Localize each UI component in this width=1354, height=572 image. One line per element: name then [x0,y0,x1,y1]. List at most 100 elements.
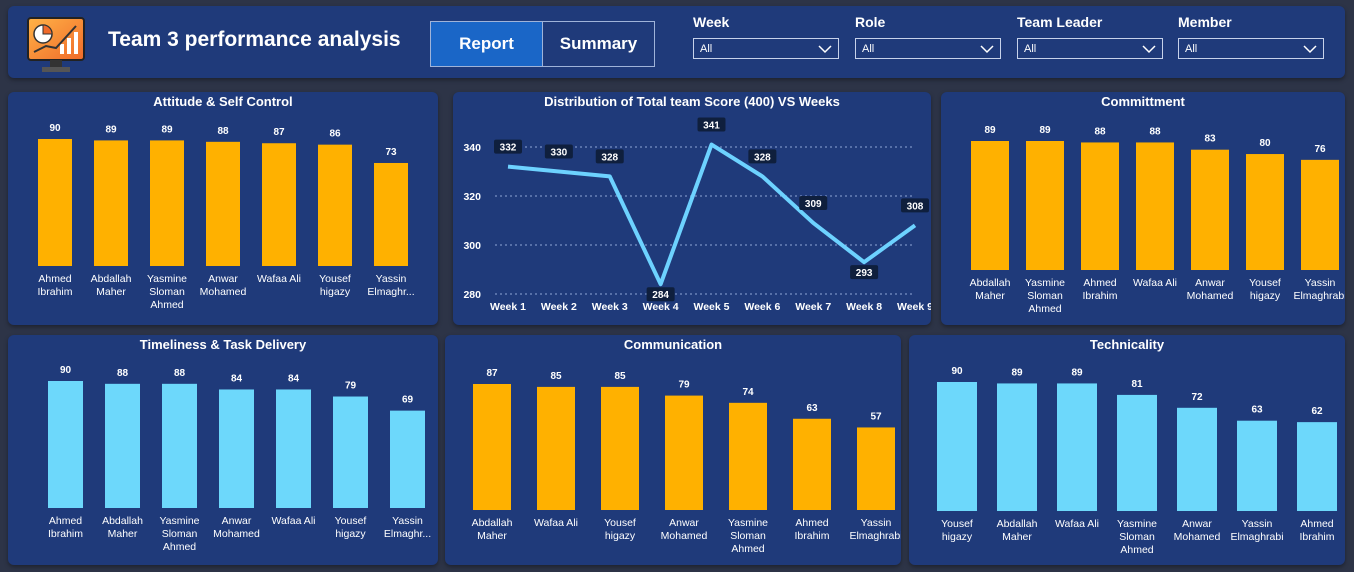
category-label-line: Elmaghrabi [849,530,901,542]
category-label: Yasmine Sloman Ahmed [147,273,187,311]
y-tick-label: 300 [463,240,481,252]
data-label: 89 [161,124,173,135]
analytics-monitor-icon [27,17,85,72]
data-label: 57 [870,411,882,422]
category-label: Ahmed Ibrahim [794,517,829,542]
data-label: 89 [1039,125,1051,136]
data-label: 88 [217,126,229,137]
data-label: 309 [805,199,822,210]
category-label: Yousef higazy [335,515,367,540]
category-label: Anwar Mohamed [200,273,247,298]
bar [390,410,425,508]
category-label-line: Yousef [335,515,367,527]
category-label: Yasmine Sloman Ahmed [1117,518,1157,556]
filter-week: Week All [693,14,839,59]
attitude-chart-panel: Attitude & Self Control 90 Ahmed Ibrahim 89… [8,92,438,325]
bar [1297,422,1337,511]
data-label: 88 [174,368,186,379]
bar [262,143,296,266]
bar [1177,407,1217,511]
data-label: 89 [984,125,996,136]
y-tick-label: 280 [463,289,481,301]
data-label: 85 [614,371,626,382]
data-label: 69 [402,395,414,406]
category-label-line: Anwar [1195,277,1225,289]
week-dropdown[interactable]: All [693,38,839,59]
category-label-line: Abdallah [970,277,1011,289]
bar [1246,154,1284,270]
filter-week-label: Week [693,14,730,30]
x-tick-label: Week 2 [541,301,577,313]
bar [1191,149,1229,270]
category-label-line: Sloman [149,286,185,298]
category-label-line: Elmaghr... [384,528,431,540]
category-label-line: Yasmine [1117,518,1157,530]
category-label-line: Mohamed [213,528,260,540]
category-label-line: Ibrahim [37,286,72,298]
tab-summary[interactable]: Summary [543,22,654,66]
attitude-bar-chart: 90Ahmed Ibrahim89Abdallah Maher89Yasmine Sl… [37,123,414,311]
category-label-line: higazy [942,531,973,543]
category-label: Ahmed Ibrahim [1082,277,1117,302]
data-label: 284 [652,290,669,301]
data-label: 81 [1131,379,1143,390]
data-label: 293 [856,268,873,279]
role-dropdown-value: All [862,42,875,55]
bar [729,402,767,510]
category-label: Wafaa Ali [534,517,578,529]
data-label: 86 [329,129,341,140]
category-label-line: Wafaa Ali [1133,277,1177,289]
category-label-line: higazy [335,528,366,540]
role-dropdown[interactable]: All [855,38,1001,59]
category-label: Yousef higazy [1249,277,1281,302]
series-line [507,142,917,287]
category-label-line: Ahmed [1028,303,1061,315]
bar [665,395,703,510]
chevron-down-icon [1142,44,1156,53]
x-tick-label: Week 9 [897,301,931,313]
bar [1301,159,1339,270]
category-label-line: Ahmed [150,299,183,311]
member-dropdown[interactable]: All [1178,38,1324,59]
tab-report[interactable]: Report [431,22,543,66]
bar [38,139,72,266]
x-tick-label: Week 8 [846,301,882,313]
bar [857,427,895,510]
category-label-line: Ibrahim [48,528,83,540]
category-label: Yasmine Sloman Ahmed [1025,277,1065,315]
bar [276,389,311,508]
chevron-down-icon [818,44,832,53]
category-label-line: Abdallah [102,515,143,527]
category-label-line: Yassin [376,273,407,285]
bar [318,144,352,266]
filter-member: Member All [1178,14,1324,59]
category-label: Ahmed Ibrahim [37,273,72,298]
data-label: 72 [1191,392,1203,403]
category-label-line: Elmaghr... [367,286,414,298]
category-label-line: Ahmed [38,273,71,285]
category-label-line: Yassin [392,515,423,527]
category-label-line: Yousef [319,273,351,285]
bar [1057,383,1097,511]
bar [793,418,831,510]
bar [374,162,408,266]
data-label: 62 [1311,406,1323,417]
category-label-line: Maher [975,290,1005,302]
category-label-line: Maher [1002,531,1032,543]
timeliness-bar-chart: 90Ahmed Ibrahim88Abdallah Maher88Yasmine Sl… [48,365,431,553]
data-label: 87 [273,127,285,138]
category-label-line: Wafaa Ali [534,517,578,529]
category-label-line: Yousef [604,517,636,529]
category-label-line: higazy [320,286,351,298]
category-label: Yousef higazy [604,517,636,542]
category-label-line: Anwar [669,517,699,529]
category-label-line: higazy [1250,290,1281,302]
bar [1026,141,1064,270]
data-label: 89 [105,124,117,135]
header-bar: Team 3 performance analysis Report Summa… [8,6,1345,78]
bar [971,141,1009,270]
team-leader-dropdown[interactable]: All [1017,38,1163,59]
bar [219,389,254,508]
bar [333,396,368,508]
category-label-line: Ahmed [163,541,196,553]
